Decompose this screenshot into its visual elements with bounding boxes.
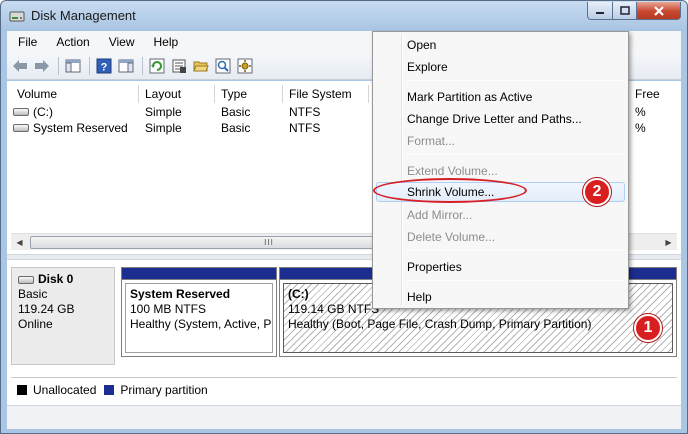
menu-view[interactable]: View xyxy=(98,35,143,49)
volume-cell: (C:) xyxy=(11,104,139,120)
scroll-right-icon[interactable]: ▶ xyxy=(660,234,677,251)
disk-size: 119.24 GB xyxy=(18,302,75,316)
menu-item-open[interactable]: Open xyxy=(376,35,625,55)
partition-size: 100 MB NTFS xyxy=(130,302,207,316)
context-menu: Open Explore Mark Partition as Active Ch… xyxy=(372,31,629,309)
open-folder-icon[interactable] xyxy=(192,57,210,75)
column-file-system[interactable]: File System xyxy=(283,85,369,103)
disk-management-app-icon xyxy=(9,11,25,22)
primary-partition-swatch xyxy=(104,384,115,395)
close-button[interactable] xyxy=(637,2,681,20)
unallocated-swatch xyxy=(17,384,27,395)
menu-separator xyxy=(406,154,624,155)
disk-status: Online xyxy=(18,317,53,331)
back-arrow-icon[interactable] xyxy=(11,57,29,75)
explore-icon[interactable] xyxy=(214,57,232,75)
partition-type-bar xyxy=(122,268,276,280)
settings-icon[interactable] xyxy=(236,57,254,75)
menu-item-change-drive-letter[interactable]: Change Drive Letter and Paths... xyxy=(376,109,625,129)
refresh-icon[interactable] xyxy=(148,57,166,75)
legend: Unallocated Primary partition xyxy=(11,377,677,401)
file-system-cell: NTFS xyxy=(289,105,321,119)
partition-status: Healthy (System, Active, Pr xyxy=(130,317,273,331)
menu-item-extend-volume[interactable]: Extend Volume... xyxy=(376,161,625,181)
minimize-icon xyxy=(596,11,604,14)
menu-item-delete-volume[interactable]: Delete Volume... xyxy=(376,227,625,247)
toolbar-separator xyxy=(89,57,90,75)
disk-name: Disk 0 xyxy=(38,272,74,286)
maximize-button[interactable] xyxy=(613,2,637,20)
window-controls xyxy=(587,2,681,22)
volume-name: System Reserved xyxy=(33,121,128,135)
status-bar xyxy=(7,405,681,429)
window-title: Disk Management xyxy=(31,8,136,23)
legend-unallocated: Unallocated xyxy=(33,382,97,397)
free-cell: % xyxy=(635,105,646,119)
legend-primary-partition: Primary partition xyxy=(120,382,208,397)
help-icon[interactable]: ? xyxy=(95,57,113,75)
layout-cell: Simple xyxy=(145,105,182,119)
partition-name: System Reserved xyxy=(130,287,231,301)
menu-item-properties[interactable]: Properties xyxy=(376,257,625,277)
file-system-cell: NTFS xyxy=(289,121,321,135)
title-bar[interactable]: Disk Management xyxy=(1,1,687,31)
minimize-button[interactable] xyxy=(587,2,613,20)
column-free[interactable]: Free xyxy=(629,85,677,103)
menu-item-add-mirror[interactable]: Add Mirror... xyxy=(376,205,625,225)
menu-item-help[interactable]: Help xyxy=(376,287,625,307)
type-cell: Basic xyxy=(221,121,251,135)
type-cell: Basic xyxy=(221,105,251,119)
partition-system-reserved[interactable]: System Reserved 100 MB NTFS Healthy (Sys… xyxy=(121,267,277,357)
disk-management-window: Disk Management File Action View Help ? … xyxy=(0,0,688,434)
step-1-badge: 1 xyxy=(634,314,662,342)
disk-type: Basic xyxy=(18,287,48,301)
volume-cell: System Reserved xyxy=(11,120,139,136)
menu-item-explore[interactable]: Explore xyxy=(376,57,625,77)
shrink-volume-highlight-ellipse xyxy=(373,178,527,203)
toolbar-separator xyxy=(58,57,59,75)
partition-status: Healthy (Boot, Page File, Crash Dump, Pr… xyxy=(288,317,592,331)
console-tree-icon[interactable] xyxy=(64,57,82,75)
volume-drive-icon xyxy=(13,124,29,132)
menu-file[interactable]: File xyxy=(7,35,45,49)
scroll-left-icon[interactable]: ◀ xyxy=(11,234,28,251)
svg-text:?: ? xyxy=(101,62,108,74)
partition-details: System Reserved 100 MB NTFS Healthy (Sys… xyxy=(125,283,273,353)
column-type[interactable]: Type xyxy=(215,85,283,103)
free-cell: % xyxy=(635,121,646,135)
properties-pane-icon[interactable] xyxy=(117,57,135,75)
disk-title: Disk 0 xyxy=(18,272,108,287)
toolbar-separator xyxy=(142,57,143,75)
column-volume[interactable]: Volume xyxy=(11,85,139,103)
properties-icon[interactable] xyxy=(170,57,188,75)
menu-separator xyxy=(406,280,624,281)
menu-action[interactable]: Action xyxy=(45,35,97,49)
menu-item-mark-active[interactable]: Mark Partition as Active xyxy=(376,87,625,107)
close-icon xyxy=(653,5,664,16)
forward-arrow-icon[interactable] xyxy=(33,57,51,75)
layout-cell: Simple xyxy=(145,121,182,135)
disk-drive-icon xyxy=(18,275,34,284)
menu-help[interactable]: Help xyxy=(143,35,187,49)
disk-info-panel[interactable]: Disk 0 Basic 119.24 GB Online xyxy=(11,267,115,365)
volume-drive-icon xyxy=(13,108,29,116)
menu-separator xyxy=(406,250,624,251)
column-layout[interactable]: Layout xyxy=(139,85,215,103)
menu-separator xyxy=(406,80,624,81)
step-2-badge: 2 xyxy=(583,178,611,206)
menu-item-format[interactable]: Format... xyxy=(376,131,625,151)
volume-name: (C:) xyxy=(33,105,53,119)
maximize-icon xyxy=(619,6,630,15)
